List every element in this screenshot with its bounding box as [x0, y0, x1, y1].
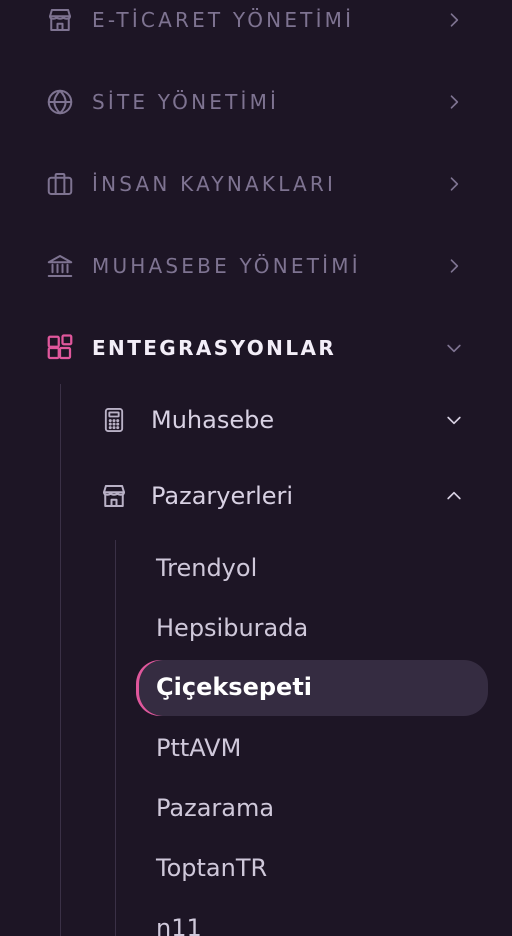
nav-group-label: Muhasebe [151, 406, 275, 434]
nav-section-label: İNSAN KAYNAKLARI [92, 172, 337, 196]
nav-group-pazaryerleri[interactable]: Pazaryerleri [88, 468, 488, 524]
nav-section-insan-kaynaklari[interactable]: İNSAN KAYNAKLARI [0, 156, 512, 212]
nav-item-hepsiburada[interactable]: Hepsiburada [136, 601, 488, 657]
chevron-up-icon [440, 482, 468, 510]
sidebar-nav: E-TİCARET YÖNETİMİ SİTE YÖNETİMİ İNSAN K… [0, 0, 512, 936]
nav-item-label: n11 [156, 914, 202, 936]
nav-section-label: ENTEGRASYONLAR [92, 336, 337, 360]
nav-section-eticaret[interactable]: E-TİCARET YÖNETİMİ [0, 0, 512, 48]
nav-section-entegrasyonlar[interactable]: ENTEGRASYONLAR [0, 320, 512, 376]
bank-icon [44, 250, 76, 282]
chevron-right-icon [440, 88, 468, 116]
chevron-right-icon [440, 170, 468, 198]
nav-item-ciceksepeti[interactable]: Çiçeksepeti [136, 660, 488, 716]
nav-item-label: Trendyol [156, 554, 258, 582]
nav-item-label: PttAVM [156, 734, 242, 762]
nav-section-label: E-TİCARET YÖNETİMİ [92, 8, 355, 32]
nav-group-label: Pazaryerleri [151, 482, 294, 510]
nav-item-label: ToptanTR [156, 854, 268, 882]
nav-section-label: MUHASEBE YÖNETİMİ [92, 254, 361, 278]
calculator-icon [98, 404, 130, 436]
nav-item-pttavm[interactable]: PttAVM [136, 721, 488, 777]
nav-item-label: Pazarama [156, 794, 275, 822]
store-icon [98, 480, 130, 512]
nav-item-toptantr[interactable]: ToptanTR [136, 841, 488, 897]
chevron-right-icon [440, 252, 468, 280]
tree-guide-line [60, 384, 61, 936]
briefcase-icon [44, 168, 76, 200]
chevron-down-icon [440, 406, 468, 434]
grid-plus-icon [44, 332, 76, 364]
nav-group-muhasebe[interactable]: Muhasebe [88, 392, 488, 448]
nav-section-site[interactable]: SİTE YÖNETİMİ [0, 74, 512, 130]
chevron-down-icon [440, 334, 468, 362]
nav-item-trendyol[interactable]: Trendyol [136, 541, 488, 597]
chevron-right-icon [440, 6, 468, 34]
nav-section-muhasebe-yonetimi[interactable]: MUHASEBE YÖNETİMİ [0, 238, 512, 294]
nav-item-label: Hepsiburada [156, 614, 309, 642]
nav-section-label: SİTE YÖNETİMİ [92, 90, 280, 114]
nav-item-pazarama[interactable]: Pazarama [136, 781, 488, 837]
store-icon [44, 4, 76, 36]
nav-item-n11[interactable]: n11 [136, 901, 488, 936]
tree-guide-line [115, 540, 116, 936]
nav-item-label: Çiçeksepeti [156, 673, 313, 701]
globe-icon [44, 86, 76, 118]
